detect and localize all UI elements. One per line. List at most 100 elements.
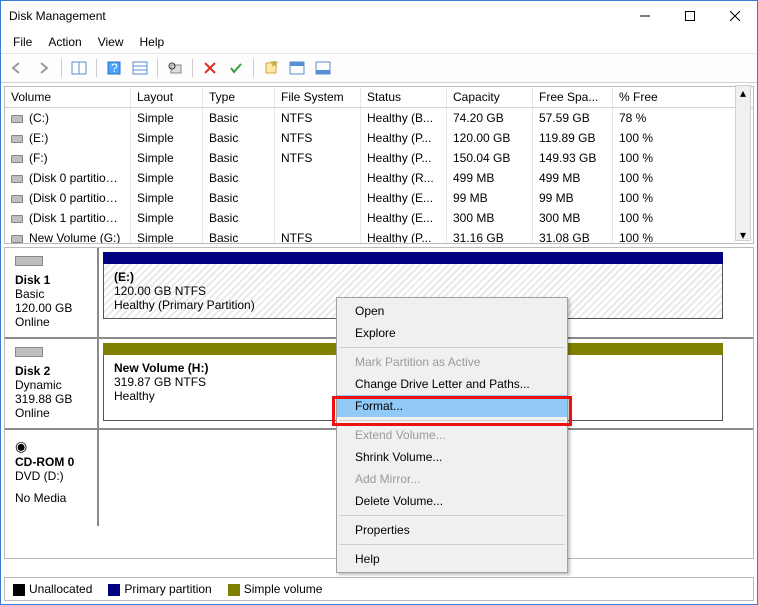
panel-top-icon[interactable] <box>286 57 308 79</box>
toolbar-sep <box>253 59 254 77</box>
part-e-line2: 120.00 GB NTFS <box>114 284 712 298</box>
ctx-shrink[interactable]: Shrink Volume... <box>337 446 567 468</box>
volume-icon <box>11 195 23 203</box>
menubar: File Action View Help <box>1 31 757 54</box>
volume-icon <box>11 235 23 243</box>
ctx-properties[interactable]: Properties <box>337 519 567 541</box>
partition-bar <box>103 252 723 264</box>
help-icon[interactable]: ? <box>103 57 125 79</box>
cdrom-name: CD-ROM 0 <box>15 455 74 469</box>
table-body: (C:)SimpleBasicNTFSHealthy (B...74.20 GB… <box>5 108 753 244</box>
context-menu: Open Explore Mark Partition as Active Ch… <box>336 297 568 573</box>
ctx-mark-active: Mark Partition as Active <box>337 351 567 373</box>
table-row[interactable]: (Disk 0 partition 2)SimpleBasicHealthy (… <box>5 188 753 208</box>
back-button[interactable] <box>7 57 29 79</box>
disk1-type: Basic <box>15 287 87 301</box>
disk2-size: 319.88 GB <box>15 392 87 406</box>
col-layout[interactable]: Layout <box>131 87 203 107</box>
legend-simple: Simple volume <box>228 582 323 596</box>
col-capacity[interactable]: Capacity <box>447 87 533 107</box>
legend-primary: Primary partition <box>108 582 211 596</box>
menu-file[interactable]: File <box>7 33 38 51</box>
volume-icon <box>11 175 23 183</box>
disk1-side[interactable]: Disk 1 Basic 120.00 GB Online <box>5 248 99 337</box>
cdrom-icon: ◉ <box>15 438 27 454</box>
col-filesystem[interactable]: File System <box>275 87 361 107</box>
forward-button[interactable] <box>33 57 55 79</box>
disk1-name: Disk 1 <box>15 273 50 287</box>
cdrom-sub: DVD (D:) <box>15 469 87 483</box>
volume-icon <box>11 215 23 223</box>
toolbar-sep <box>192 59 193 77</box>
col-type[interactable]: Type <box>203 87 275 107</box>
disk1-size: 120.00 GB <box>15 301 87 315</box>
ctx-extend: Extend Volume... <box>337 424 567 446</box>
volume-icon <box>11 155 23 163</box>
title-bar: Disk Management <box>1 1 757 31</box>
toolbar-sep <box>61 59 62 77</box>
disk-icon <box>15 256 43 266</box>
svg-text:?: ? <box>111 61 118 75</box>
disk2-name: Disk 2 <box>15 364 50 378</box>
minimize-button[interactable] <box>622 1 667 31</box>
scroll-down-icon[interactable]: ▾ <box>736 228 750 242</box>
col-status[interactable]: Status <box>361 87 447 107</box>
delete-icon[interactable] <box>199 57 221 79</box>
table-row[interactable]: New Volume (G:)SimpleBasicNTFSHealthy (P… <box>5 228 753 244</box>
volume-table: Volume Layout Type File System Status Ca… <box>4 86 754 244</box>
part-e-title: (E:) <box>114 270 134 284</box>
table-row[interactable]: (F:)SimpleBasicNTFSHealthy (P...150.04 G… <box>5 148 753 168</box>
col-pctfree[interactable]: % Free <box>613 87 673 107</box>
ctx-explore[interactable]: Explore <box>337 322 567 344</box>
maximize-button[interactable] <box>667 1 712 31</box>
ctx-open[interactable]: Open <box>337 300 567 322</box>
ctx-change-drive-letter[interactable]: Change Drive Letter and Paths... <box>337 373 567 395</box>
disk-icon <box>15 347 43 357</box>
table-header: Volume Layout Type File System Status Ca… <box>5 87 753 108</box>
close-button[interactable] <box>712 1 757 31</box>
ctx-add-mirror: Add Mirror... <box>337 468 567 490</box>
toolbar-sep <box>96 59 97 77</box>
check-icon[interactable] <box>225 57 247 79</box>
col-free[interactable]: Free Spa... <box>533 87 613 107</box>
scroll-up-icon[interactable]: ▴ <box>736 86 750 100</box>
ctx-sep <box>339 347 565 348</box>
new-icon[interactable]: ★ <box>260 57 282 79</box>
cdrom-state: No Media <box>15 491 87 505</box>
ctx-sep <box>339 544 565 545</box>
disk2-state: Online <box>15 406 87 420</box>
swatch-black <box>13 584 25 596</box>
refresh-icon[interactable] <box>164 57 186 79</box>
disk2-side[interactable]: Disk 2 Dynamic 319.88 GB Online <box>5 339 99 428</box>
cdrom-side[interactable]: ◉ CD-ROM 0 DVD (D:) No Media <box>5 430 99 526</box>
ctx-sep <box>339 420 565 421</box>
legend-unallocated: Unallocated <box>13 582 92 596</box>
col-volume[interactable]: Volume <box>5 87 131 107</box>
menu-help[interactable]: Help <box>134 33 171 51</box>
table-scrollbar[interactable]: ▴ ▾ <box>735 85 751 241</box>
part-h-title: New Volume (H:) <box>114 361 208 375</box>
toolbar-sep <box>157 59 158 77</box>
panel-bottom-icon[interactable] <box>312 57 334 79</box>
ctx-delete[interactable]: Delete Volume... <box>337 490 567 512</box>
menu-action[interactable]: Action <box>42 33 87 51</box>
window-title: Disk Management <box>9 9 622 23</box>
table-row[interactable]: (Disk 1 partition 3)SimpleBasicHealthy (… <box>5 208 753 228</box>
legend: Unallocated Primary partition Simple vol… <box>4 577 754 601</box>
svg-text:★: ★ <box>269 61 278 70</box>
table-row[interactable]: (Disk 0 partition 1)SimpleBasicHealthy (… <box>5 168 753 188</box>
table-row[interactable]: (E:)SimpleBasicNTFSHealthy (P...120.00 G… <box>5 128 753 148</box>
disk1-state: Online <box>15 315 87 329</box>
list-icon[interactable] <box>129 57 151 79</box>
ctx-sep <box>339 515 565 516</box>
volume-icon <box>11 115 23 123</box>
toolbar: ? ★ <box>1 54 757 83</box>
swatch-olive <box>228 584 240 596</box>
panes-icon[interactable] <box>68 57 90 79</box>
swatch-navy <box>108 584 120 596</box>
menu-view[interactable]: View <box>92 33 130 51</box>
table-row[interactable]: (C:)SimpleBasicNTFSHealthy (B...74.20 GB… <box>5 108 753 128</box>
ctx-format[interactable]: Format... <box>337 395 567 417</box>
ctx-help[interactable]: Help <box>337 548 567 570</box>
disk2-type: Dynamic <box>15 378 87 392</box>
